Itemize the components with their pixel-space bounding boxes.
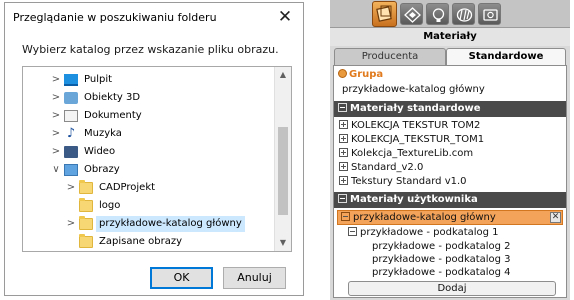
expand-icon[interactable] <box>339 148 348 157</box>
tree-item[interactable]: > Wideo <box>23 143 274 161</box>
tab-producer[interactable]: Producenta <box>334 48 446 65</box>
chevron-right-icon[interactable]: > <box>51 145 61 159</box>
dialog-instruction: Wybierz katalog przez wskazanie pliku ob… <box>22 43 279 56</box>
desktop-icon <box>64 74 78 86</box>
user-subfolder-item[interactable]: przykładowe - podkatalog 3 <box>372 253 511 266</box>
expand-icon[interactable] <box>339 162 348 171</box>
add-button[interactable]: Dodaj <box>348 281 556 296</box>
scroll-down-icon[interactable]: ▼ <box>275 235 291 251</box>
tree-item[interactable]: > Dokumenty <box>23 107 274 125</box>
group-dot-icon <box>338 69 347 78</box>
standard-section-header[interactable]: Materiały standardowe <box>334 101 566 117</box>
user-subfolder-label: przykładowe - podkatalog 1 <box>360 227 499 238</box>
collapse-icon[interactable] <box>348 227 357 236</box>
chevron-down-icon[interactable]: ∨ <box>51 163 61 177</box>
light-icon[interactable] <box>426 3 449 25</box>
collapse-icon[interactable] <box>338 194 347 203</box>
tree-item[interactable]: > Pulpit <box>23 71 274 89</box>
library-item[interactable]: Tekstury Standard v1.0 <box>339 175 467 188</box>
expand-icon[interactable] <box>339 176 348 185</box>
tree-item-label: CADProjekt <box>99 182 156 193</box>
cancel-button[interactable]: Anuluj <box>223 267 286 289</box>
tree-item-label: Obiekty 3D <box>84 92 141 103</box>
dialog-title-bar: Przeglądanie w poszukiwaniu folderu ✕ <box>5 3 303 33</box>
materials-content: Grupa przykładowe-katalog główny Materia… <box>333 65 567 298</box>
materials-panel: Materiały Producenta Standardowe Grupa p… <box>330 0 570 300</box>
tree-item[interactable]: > CADProjekt <box>23 179 274 197</box>
camera-icon[interactable] <box>478 3 501 25</box>
tree-item-label: Muzyka <box>84 128 122 139</box>
expand-icon[interactable] <box>339 134 348 143</box>
tree-item-label: Wideo <box>84 146 116 157</box>
group-label: Grupa <box>349 69 384 80</box>
panel-toolbar <box>330 0 570 28</box>
chevron-right-icon[interactable]: > <box>51 127 61 141</box>
tree-item[interactable]: > przykładowe-katalog główny <box>23 215 274 233</box>
documents-icon <box>64 110 78 122</box>
tree-scrollbar[interactable]: ▲ ▼ <box>274 67 291 251</box>
library-item-label: Kolekcja_TextureLib.com <box>351 148 474 159</box>
panel-heading: Materiały <box>330 28 570 46</box>
chevron-right-icon[interactable]: > <box>51 109 61 123</box>
library-item[interactable]: KOLEKCJA_TEKSTUR_TOM1 <box>339 133 484 146</box>
group-value[interactable]: przykładowe-katalog główny <box>342 84 485 95</box>
tree-item-label: przykładowe-katalog główny <box>96 216 245 232</box>
scroll-up-icon[interactable]: ▲ <box>275 67 291 83</box>
library-item-label: KOLEKCJA TEKSTUR TOM2 <box>351 120 481 131</box>
objects-3d-icon <box>64 92 78 104</box>
tree-item[interactable]: > ♪ Muzyka <box>23 125 274 143</box>
chevron-right-icon[interactable]: > <box>66 181 76 195</box>
user-section-header[interactable]: Materiały użytkownika <box>334 192 566 208</box>
tree-item-label: Zapisane obrazy <box>99 236 182 247</box>
tree-item[interactable]: logo <box>23 197 274 215</box>
library-item-label: Standard_v2.0 <box>351 162 424 173</box>
folder-icon <box>79 234 93 248</box>
library-item[interactable]: Standard_v2.0 <box>339 161 423 174</box>
dialog-title: Przeglądanie w poszukiwaniu folderu <box>13 11 217 24</box>
close-icon[interactable]: ✕ <box>273 6 297 28</box>
collapse-icon[interactable] <box>338 103 347 112</box>
folder-icon <box>79 198 93 212</box>
materials-icon[interactable] <box>372 1 397 27</box>
user-section-title: Materiały użytkownika <box>350 194 478 205</box>
folder-icon <box>79 216 93 230</box>
ok-button[interactable]: OK <box>150 267 213 289</box>
user-subfolder-item[interactable]: przykładowe - podkatalog 2 <box>372 240 511 253</box>
tab-standard[interactable]: Standardowe <box>446 48 566 66</box>
video-icon <box>64 146 78 158</box>
user-subfolder-item[interactable]: przykładowe - podkatalog 4 <box>372 266 511 279</box>
tree-item-label: logo <box>99 200 121 211</box>
user-root-label: przykładowe-katalog główny <box>353 212 496 223</box>
standard-section-title: Materiały standardowe <box>350 103 481 114</box>
folder-tree[interactable]: > Pulpit > Obiekty 3D > Dokumenty > ♪ Muzyka > Wid… <box>22 66 292 252</box>
library-item-label: KOLEKCJA_TEKSTUR_TOM1 <box>351 134 485 145</box>
tree-item-label: Dokumenty <box>84 110 142 121</box>
tree-item-label: Pulpit <box>84 74 113 85</box>
tree-item[interactable]: Wizualizacje <box>23 251 274 252</box>
expand-icon[interactable] <box>339 120 348 129</box>
remove-icon[interactable]: ✕ <box>550 212 561 223</box>
collapse-icon[interactable] <box>341 212 350 221</box>
folder-browser-dialog: Przeglądanie w poszukiwaniu folderu ✕ Wy… <box>4 2 304 296</box>
library-item-label: Tekstury Standard v1.0 <box>351 176 467 187</box>
scroll-thumb[interactable] <box>278 127 288 215</box>
folder-icon <box>79 180 93 194</box>
tree-item[interactable]: ∨ Obrazy <box>23 161 274 179</box>
chevron-right-icon[interactable]: > <box>51 91 61 105</box>
user-root-folder[interactable]: przykładowe-katalog główny ✕ <box>337 210 563 225</box>
user-subfolder[interactable]: przykładowe - podkatalog 1 <box>348 226 499 239</box>
music-icon: ♪ <box>66 126 76 141</box>
tree-item[interactable]: > Obiekty 3D <box>23 89 274 107</box>
library-item[interactable]: Kolekcja_TextureLib.com <box>339 147 473 160</box>
folder-tree-list: > Pulpit > Obiekty 3D > Dokumenty > ♪ Muzyka > Wid… <box>23 71 274 252</box>
library-item[interactable]: KOLEKCJA TEKSTUR TOM2 <box>339 119 480 132</box>
tree-item-label: Obrazy <box>84 164 120 175</box>
pattern-icon[interactable] <box>452 3 475 25</box>
pictures-icon <box>64 164 78 176</box>
tree-item[interactable]: Zapisane obrazy <box>23 233 274 251</box>
group-header: Grupa <box>338 69 383 80</box>
chevron-right-icon[interactable]: > <box>66 217 76 231</box>
chevron-right-icon[interactable]: > <box>51 73 61 87</box>
texture-icon[interactable] <box>400 3 423 25</box>
